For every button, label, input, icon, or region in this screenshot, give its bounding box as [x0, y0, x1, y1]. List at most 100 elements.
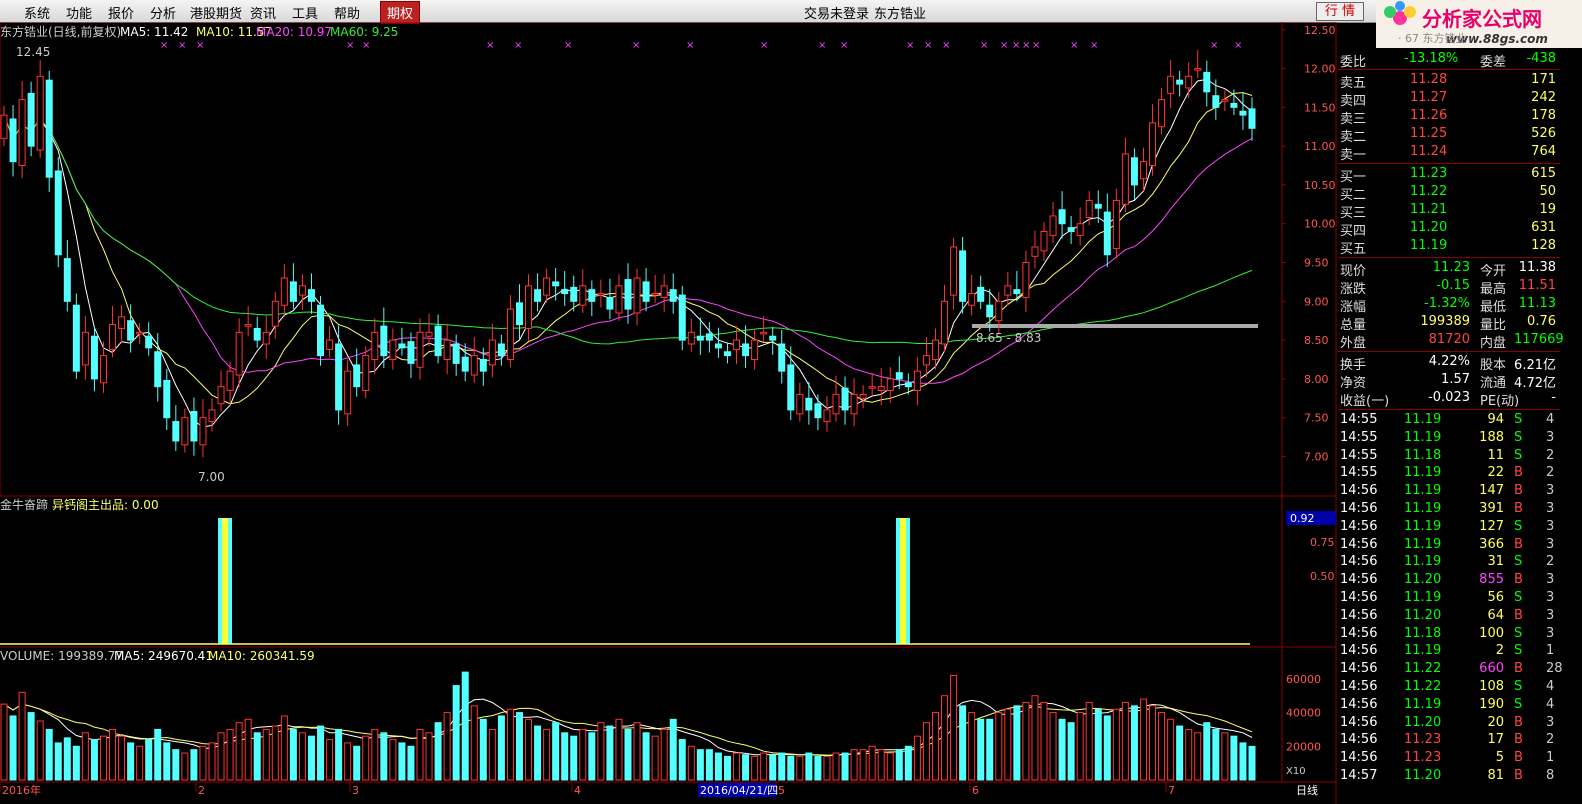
indicator-signal-core [900, 518, 906, 644]
candle-body [1121, 153, 1129, 205]
volume-bar [479, 718, 487, 781]
tick-side: S [1514, 429, 1523, 445]
volume-bar [226, 728, 234, 781]
tick-side: B [1514, 768, 1523, 783]
tick-volume: 147 [1479, 483, 1504, 499]
finance-value: 4.22% [1428, 354, 1470, 369]
menu-item-hk-futures[interactable]: 港股期货 [190, 3, 242, 22]
volume-bar [868, 745, 876, 781]
finance-label: 收益(一) [1340, 394, 1390, 409]
tick-count: 4 [1546, 679, 1555, 694]
quote-label: 最低 [1480, 300, 1507, 315]
candle-body [886, 378, 894, 392]
volume-bar [136, 745, 144, 781]
quote-value: 81720 [1428, 332, 1470, 347]
candle-body [208, 409, 216, 423]
quotes-button[interactable]: 行 情 [1316, 2, 1364, 21]
volume-bar [271, 725, 279, 781]
volume-bar [1239, 742, 1247, 781]
login-status[interactable]: 交易未登录 [804, 3, 869, 22]
volume-bar [1203, 722, 1211, 781]
volume-bar [832, 752, 840, 781]
buy-level-volume: 631 [1531, 220, 1556, 235]
candle-body [1094, 203, 1102, 209]
volume-bar [81, 732, 89, 781]
menu-item-news[interactable]: 资讯 [250, 3, 276, 22]
menu-item-help[interactable]: 帮助 [334, 3, 360, 22]
tick-side: S [1514, 412, 1523, 427]
tick-price: 11.19 [1404, 483, 1442, 499]
price-axis-tick: 8.50 [1304, 334, 1329, 347]
volume-bar [995, 712, 1003, 781]
sell-level-price: 11.28 [1410, 72, 1448, 87]
candle-body [624, 279, 632, 310]
timeline-label: 2 [198, 784, 205, 797]
tick-price: 11.22 [1404, 679, 1442, 694]
candle-body [1085, 199, 1093, 219]
candle-body [271, 300, 279, 327]
signal-marker: × [160, 40, 168, 51]
tick-volume: 11 [1487, 447, 1504, 463]
candle-body [298, 285, 306, 296]
volume-bar [1112, 708, 1120, 781]
candle-body [977, 286, 985, 302]
volume-bar [986, 718, 994, 781]
period-label[interactable]: 日线 [1296, 783, 1318, 797]
price-axis-tick: 10.00 [1304, 218, 1336, 231]
volume-bar [723, 755, 731, 781]
volume-bar [877, 749, 885, 781]
sell-level-price: 11.27 [1410, 90, 1448, 105]
volume-bar [570, 735, 578, 781]
volume-bar [895, 749, 903, 781]
finance-value: 4.72亿 [1514, 376, 1556, 391]
tick-volume: 127 [1479, 518, 1504, 534]
cursor-date: 2016/04/21/四 [700, 784, 778, 797]
ma20-label: MA20: 10.97 [256, 25, 332, 39]
candle-body [1112, 199, 1120, 250]
volume-bar [199, 745, 207, 781]
tick-count: 3 [1546, 501, 1555, 516]
indicator-axis-tick: 0.50 [1310, 570, 1335, 583]
candle-body [868, 386, 876, 389]
timeline-label: 5 [778, 784, 785, 797]
sell-level-price: 11.25 [1410, 126, 1448, 141]
candle-body [371, 331, 379, 360]
low-price-label: 7.00 [198, 470, 225, 484]
candle-body [145, 335, 153, 349]
candle-body [733, 339, 741, 350]
candle-body [1130, 157, 1138, 186]
volume-bar [27, 712, 35, 781]
candle-body [633, 277, 641, 314]
menu-item-function[interactable]: 功能 [66, 3, 92, 22]
sell-level-volume: 242 [1531, 90, 1556, 105]
menu-item-analysis[interactable]: 分析 [150, 3, 176, 22]
candle-body [99, 355, 107, 384]
volume-bar [624, 728, 632, 781]
candle-body [181, 417, 189, 446]
signal-marker: × [362, 40, 370, 51]
tick-count: 4 [1546, 412, 1555, 427]
menu-item-system[interactable]: 系统 [24, 3, 50, 22]
menu-item-options[interactable]: 期权 [380, 1, 421, 24]
tick-count: 8 [1546, 768, 1555, 783]
buy-level-price: 11.23 [1410, 166, 1448, 181]
menu-item-tools[interactable]: 工具 [292, 3, 318, 22]
volume-bar [398, 742, 406, 781]
menu-item-quotes[interactable]: 报价 [108, 3, 134, 22]
volume-bar [163, 742, 171, 781]
candle-body [353, 364, 361, 388]
buy-level-volume: 19 [1539, 202, 1556, 217]
volume-bar [1004, 708, 1012, 781]
tick-volume: 188 [1479, 429, 1504, 445]
candle-body [163, 379, 171, 419]
volume-bar [1167, 718, 1175, 781]
signal-marker: × [760, 40, 768, 51]
candle-body [1049, 215, 1057, 236]
candle-body [1103, 211, 1111, 256]
buy-level-volume: 128 [1531, 238, 1556, 253]
volume-bar [760, 752, 768, 781]
tick-side: S [1514, 518, 1523, 534]
volume-bar [118, 735, 126, 781]
indicator-sub-label: 异钙阁主出品: 0.00 [52, 498, 159, 512]
quote-label: 涨跌 [1340, 282, 1367, 297]
